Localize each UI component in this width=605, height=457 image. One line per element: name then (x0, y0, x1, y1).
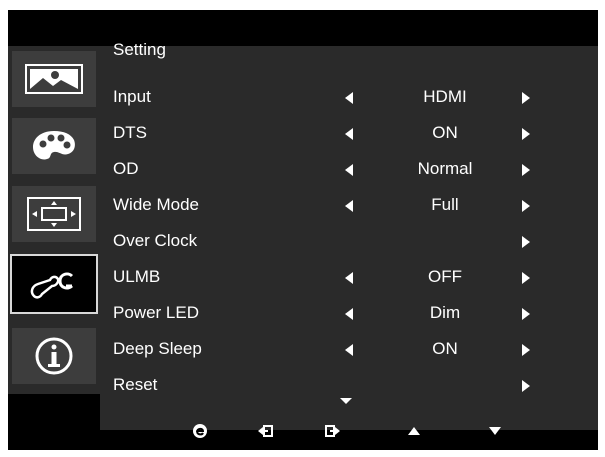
menu-row-label: Deep Sleep (113, 339, 202, 358)
scroll-down-indicator (340, 398, 352, 404)
menu-row-label: OD (113, 159, 139, 178)
sidebar-item-color[interactable] (12, 118, 96, 174)
menu-row-value: Full (431, 195, 459, 214)
menu-row-label: Power LED (113, 303, 199, 322)
menu-row-label: Reset (113, 375, 158, 394)
menu-row-od[interactable]: OD Normal (92, 152, 590, 186)
back-icon[interactable] (257, 423, 273, 439)
left-arrow-icon[interactable] (345, 272, 353, 284)
menu-row-label: Over Clock (113, 231, 198, 250)
menu-row-value: ON (432, 123, 458, 142)
left-arrow-icon[interactable] (345, 308, 353, 320)
right-arrow-icon[interactable] (522, 272, 530, 284)
right-arrow-icon[interactable] (522, 380, 530, 392)
menu-row-label: ULMB (113, 267, 161, 286)
menu-row-label: DTS (113, 123, 147, 142)
sidebar-item-information[interactable] (12, 328, 96, 384)
left-arrow-icon[interactable] (345, 128, 353, 140)
screen-size-icon (27, 197, 81, 231)
menu-row-label: Wide Mode (113, 195, 199, 214)
sidebar-item-picture[interactable] (12, 51, 96, 107)
menu-row-deep-sleep[interactable]: Deep Sleep ON (92, 332, 590, 366)
menu-row-value: Dim (429, 303, 461, 322)
right-arrow-icon[interactable] (522, 308, 530, 320)
picture-icon (25, 64, 83, 94)
up-icon[interactable] (407, 426, 421, 436)
bottom-bar (100, 430, 598, 450)
left-arrow-icon[interactable] (345, 344, 353, 356)
menu-row-dts[interactable]: DTS ON (92, 116, 590, 150)
sidebar (8, 46, 100, 394)
menu-row-value: Normal (417, 159, 473, 178)
right-arrow-icon[interactable] (522, 92, 530, 104)
menu-row-wide-mode[interactable]: Wide Mode Full (92, 188, 590, 222)
left-arrow-icon[interactable] (345, 200, 353, 212)
palette-icon (33, 131, 75, 160)
down-icon[interactable] (488, 426, 502, 436)
menu-row-label: Input (113, 87, 151, 106)
menu-row-power-led[interactable]: Power LED Dim (92, 296, 590, 330)
empowering-icon[interactable] (192, 423, 208, 439)
right-arrow-icon[interactable] (522, 200, 530, 212)
right-arrow-icon[interactable] (522, 236, 530, 248)
menu-row-input[interactable]: Input HDMI (92, 80, 590, 114)
menu-row-value: HDMI (423, 87, 467, 106)
menu-row-reset[interactable]: Reset (92, 368, 590, 402)
menu-row-value: OFF (428, 267, 462, 286)
menu-title: Setting (113, 40, 166, 59)
menu-row-ulmb[interactable]: ULMB OFF (92, 260, 590, 294)
enter-icon[interactable] (325, 423, 341, 439)
right-arrow-icon[interactable] (522, 344, 530, 356)
left-arrow-icon[interactable] (345, 92, 353, 104)
info-icon (35, 337, 73, 375)
menu-row-value: ON (432, 339, 458, 358)
right-arrow-icon[interactable] (522, 164, 530, 176)
left-arrow-icon[interactable] (345, 164, 353, 176)
sidebar-item-screen[interactable] (12, 186, 96, 242)
menu-row-over-clock[interactable]: Over Clock (92, 224, 590, 258)
settings-icon (30, 272, 74, 299)
sidebar-item-setting[interactable] (10, 254, 98, 314)
right-arrow-icon[interactable] (522, 128, 530, 140)
